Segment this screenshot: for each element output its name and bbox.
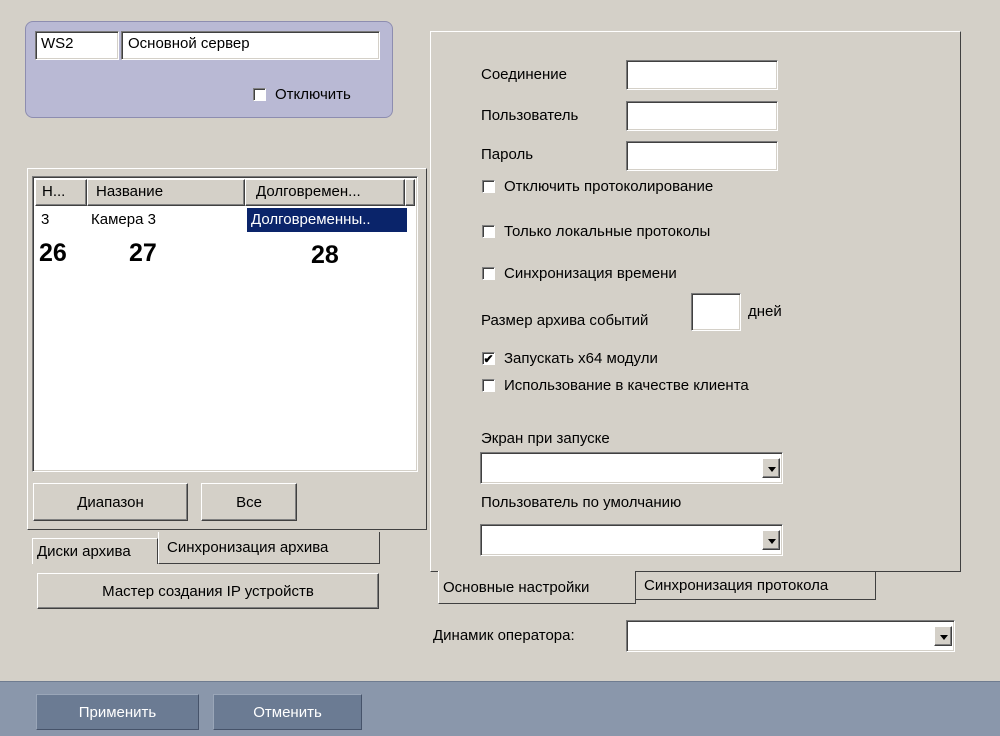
local-protocols-box[interactable] [482, 225, 495, 238]
default-user-label: Пользователь по умолчанию [481, 494, 682, 511]
annotation-27: 27 [129, 239, 157, 267]
operator-speaker-label: Динамик оператора: [433, 627, 575, 644]
run-x64-checkbox[interactable]: ✔ Запускать x64 модули [482, 350, 658, 367]
table-header: Н... Название Долговремен... [35, 179, 415, 206]
cell-num: 3 [41, 211, 50, 228]
operator-speaker-dropdown[interactable] [626, 620, 955, 652]
default-user-dropdown[interactable] [480, 524, 783, 556]
annotation-28: 28 [311, 241, 339, 269]
user-label: Пользователь [481, 107, 579, 124]
ip-wizard-button[interactable]: Мастер создания IP устройств [37, 573, 379, 609]
tab-disks-archive[interactable]: Диски архива [32, 538, 158, 564]
startup-screen-dropdown[interactable] [480, 452, 783, 484]
tab-sync-archive[interactable]: Синхронизация архива [158, 532, 380, 564]
column-header-num[interactable]: Н... [35, 179, 87, 206]
local-protocols-checkbox[interactable]: Только локальные протоколы [482, 223, 710, 240]
archive-size-label: Размер архива событий [481, 312, 649, 329]
column-header-name[interactable]: Название [87, 179, 245, 206]
run-x64-box[interactable]: ✔ [482, 352, 495, 365]
server-name-value: Основной сервер [128, 35, 250, 52]
server-group: WS2 Основной сервер Отключить [25, 21, 393, 118]
disable-logging-box[interactable] [482, 180, 495, 193]
server-name-field[interactable]: Основной сервер [121, 31, 380, 60]
startup-screen-label: Экран при запуске [481, 430, 610, 447]
days-label: дней [748, 303, 782, 320]
disable-logging-checkbox[interactable]: Отключить протоколирование [482, 178, 713, 195]
cell-name: Камера 3 [91, 211, 156, 228]
connection-label: Соединение [481, 66, 567, 83]
column-header-filler [405, 179, 415, 206]
time-sync-checkbox[interactable]: Синхронизация времени [482, 265, 677, 282]
tab-sync-protocol[interactable]: Синхронизация протокола [636, 572, 876, 600]
use-as-client-checkbox[interactable]: Использование в качестве клиента [482, 377, 749, 394]
chevron-down-icon[interactable] [934, 626, 952, 646]
server-id-value: WS2 [41, 35, 74, 52]
apply-button[interactable]: Применить [36, 694, 199, 730]
disable-server-box[interactable] [253, 88, 266, 101]
range-button[interactable]: Диапазон [33, 483, 188, 521]
camera-table[interactable]: Н... Название Долговремен... 3 Камера 3 … [32, 176, 418, 472]
chevron-down-icon[interactable] [762, 458, 780, 478]
tab-main-settings[interactable]: Основные настройки [438, 571, 636, 604]
all-button[interactable]: Все [201, 483, 297, 521]
password-label: Пароль [481, 146, 534, 163]
user-input[interactable] [626, 101, 778, 131]
disable-server-checkbox[interactable]: Отключить [253, 86, 351, 103]
chevron-down-icon[interactable] [762, 530, 780, 550]
cancel-button[interactable]: Отменить [213, 694, 362, 730]
connection-input[interactable] [626, 60, 778, 90]
disable-server-label: Отключить [275, 86, 351, 103]
archive-size-input[interactable] [691, 293, 741, 331]
column-header-type[interactable]: Долговремен... [245, 179, 405, 206]
time-sync-box[interactable] [482, 267, 495, 280]
cell-type: Долговременны.. [247, 208, 407, 232]
server-id-field[interactable]: WS2 [35, 31, 119, 60]
use-as-client-box[interactable] [482, 379, 495, 392]
annotation-26: 26 [39, 239, 67, 267]
password-input[interactable] [626, 141, 778, 171]
table-row[interactable]: 3 Камера 3 Долговременны.. [35, 208, 415, 232]
